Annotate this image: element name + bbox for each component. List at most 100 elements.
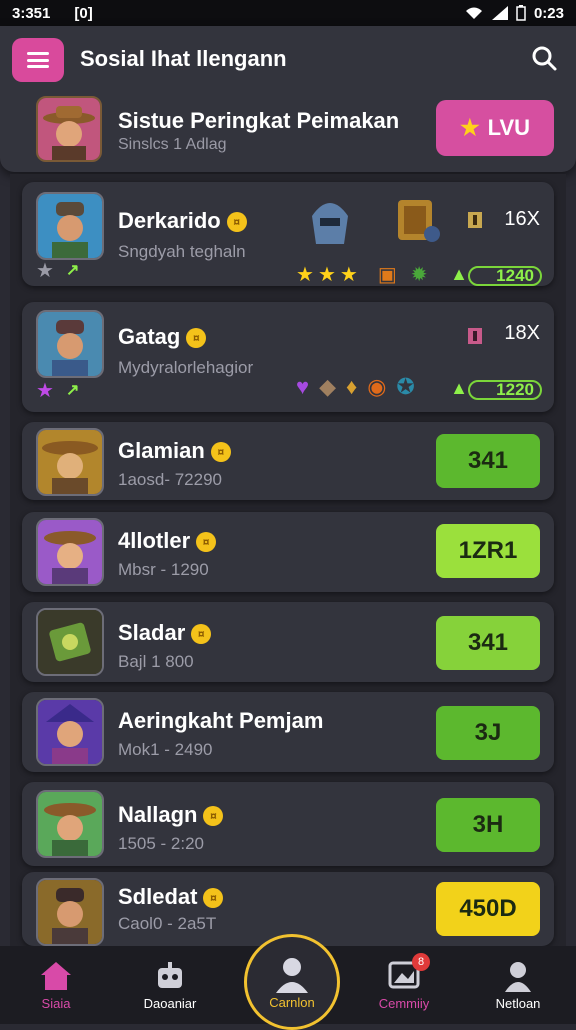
score-button[interactable]: 450D	[436, 882, 540, 936]
player-name: Gatag ¤	[118, 324, 207, 350]
player-card[interactable]: Glamian ¤ 1aosd- 72290 341	[22, 422, 554, 500]
nav-item-robot[interactable]: Daoaniar	[120, 946, 220, 1024]
player-card[interactable]: Aeringkaht Pemjam Mok1 - 2490 3J	[22, 692, 554, 772]
avatar	[36, 428, 104, 496]
score-button[interactable]: 3J	[436, 706, 540, 760]
compass-icon: ✪	[396, 374, 415, 399]
score-button[interactable]: 341	[436, 616, 540, 670]
menu-button[interactable]	[12, 38, 64, 82]
rank-up-icon: ↗	[66, 382, 80, 399]
gold-star-icon: ★	[317, 264, 336, 286]
avatar	[36, 608, 104, 676]
player-card[interactable]: 4llotler ¤ Mbsr - 1290 1ZR1	[22, 512, 554, 592]
multiplier: 16X	[504, 208, 540, 230]
avatar	[36, 192, 104, 260]
status-extra: [0]	[74, 4, 93, 22]
knight-helmet-icon	[312, 203, 348, 244]
profile-subtitle: Sinslcs 1 Adlag	[118, 136, 227, 153]
cowboy-avatar-icon	[38, 98, 100, 160]
wifi-icon	[465, 7, 482, 19]
avatar	[36, 878, 104, 946]
player-subtitle: Bajl 1 800	[118, 652, 194, 671]
flag-icon	[468, 212, 482, 228]
points-pill: 1240	[468, 266, 542, 286]
bottom-nav: Siaia Daoaniar Carnlon 8 Cemmiiy Netloan	[0, 934, 576, 1030]
player-subtitle: Sngdyah teghaln	[118, 242, 246, 261]
nav-item-home[interactable]: Siaia	[6, 946, 106, 1024]
player-card[interactable]: Derkarido ¤ Sngdyah teghaln ★ ↗ ★ ★ ★ ▣ ✹…	[22, 182, 554, 286]
multiplier: 18X	[504, 322, 540, 344]
level-button[interactable]: ★ LVU	[436, 100, 554, 156]
search-icon[interactable]	[530, 44, 558, 72]
rank-up-icon: ↗	[66, 262, 80, 279]
app-header: Sosial Ihat llengann Sistue Peringkat Pe…	[0, 26, 576, 172]
nav-item-profile[interactable]: Netloan	[468, 946, 568, 1024]
purple-star-icon: ★	[36, 380, 54, 402]
status-time-right: 0:23	[533, 4, 564, 22]
reward-icons: ♥ ◆ ♦ ◉ ✪	[296, 374, 415, 400]
gold-star-icon: ★	[339, 264, 358, 286]
player-name: Sladar ¤	[118, 620, 212, 646]
notification-badge: 8	[412, 953, 430, 971]
coin-icon: ¤	[210, 442, 231, 463]
avatar	[36, 698, 104, 766]
reward-icons: ★ ★ ★ ▣ ✹	[296, 262, 427, 287]
torch-icon: ♦	[345, 374, 358, 399]
player-subtitle: Caol0 - 2a5T	[118, 914, 217, 933]
gear-gem-icon: ✹	[410, 264, 428, 286]
player-name: Sdledat ¤	[118, 884, 224, 910]
player-subtitle: 1505 - 2:20	[118, 834, 205, 853]
flag-icon	[468, 328, 482, 344]
player-subtitle: Mok1 - 2490	[118, 740, 213, 759]
profile-avatar[interactable]	[36, 96, 102, 162]
player-card[interactable]: Gatag ¤ Mydyralorlehagior ★ ↗ ♥ ◆ ♦ ◉ ✪ 1…	[22, 302, 554, 412]
nav-item-center[interactable]: Carnlon	[244, 934, 340, 1030]
group-icon	[276, 957, 308, 993]
battery-icon	[516, 5, 526, 21]
nav-label: Daoaniar	[143, 995, 197, 1011]
player-subtitle: 1aosd- 72290	[118, 470, 222, 489]
fire-shield-icon: ◉	[367, 374, 387, 399]
coin-icon: ¤	[226, 212, 247, 233]
user-icon	[505, 961, 531, 992]
signal-icon	[491, 6, 508, 20]
treasure-book-icon	[398, 200, 440, 242]
app-title: Sosial Ihat llengann	[80, 46, 287, 71]
coin-icon: ¤	[203, 888, 224, 909]
chest-icon: ▣	[377, 264, 397, 286]
nav-item-gallery[interactable]: 8 Cemmiiy	[354, 946, 454, 1024]
player-subtitle: Mbsr - 1290	[118, 560, 209, 579]
crystal-icon: ◆	[319, 374, 336, 399]
player-card[interactable]: Nallagn ¤ 1505 - 2:20 3H	[22, 782, 554, 866]
arrow-up-icon: ▲	[450, 264, 468, 284]
heart-gem-icon: ♥	[296, 374, 310, 399]
score-button[interactable]: 1ZR1	[436, 524, 540, 578]
player-card[interactable]: Sladar ¤ Bajl 1 800 341	[22, 602, 554, 682]
player-subtitle: Mydyralorlehagior	[118, 358, 254, 377]
arrow-up-icon: ▲	[450, 378, 468, 398]
robot-icon	[158, 961, 182, 988]
score-button[interactable]: 341	[436, 434, 540, 488]
status-time-left: 3:351	[12, 4, 51, 22]
star-icon: ★	[459, 115, 480, 140]
player-name: Derkarido ¤	[118, 208, 247, 234]
nav-label: Netloan	[495, 995, 541, 1011]
points-pill: 1220	[468, 380, 542, 400]
coin-icon: ¤	[186, 328, 207, 349]
star-icon: ★	[36, 260, 54, 282]
avatar	[36, 518, 104, 586]
coin-icon: ¤	[196, 532, 217, 553]
status-bar: 3:351 [0] 0:23	[0, 0, 576, 26]
avatar	[36, 310, 104, 378]
menu-icon	[27, 52, 49, 68]
player-name: 4llotler ¤	[118, 528, 217, 554]
score-button[interactable]: 3H	[436, 798, 540, 852]
gold-star-icon: ★	[296, 264, 314, 286]
coin-icon: ¤	[203, 806, 224, 827]
player-name: Nallagn ¤	[118, 802, 224, 828]
player-name: Glamian ¤	[118, 438, 231, 464]
leaderboard-list[interactable]: Derkarido ¤ Sngdyah teghaln ★ ↗ ★ ★ ★ ▣ ✹…	[10, 174, 566, 946]
nav-label: Cemmiiy	[378, 996, 430, 1011]
coin-icon: ¤	[191, 624, 212, 645]
nav-label: Siaia	[41, 995, 71, 1011]
